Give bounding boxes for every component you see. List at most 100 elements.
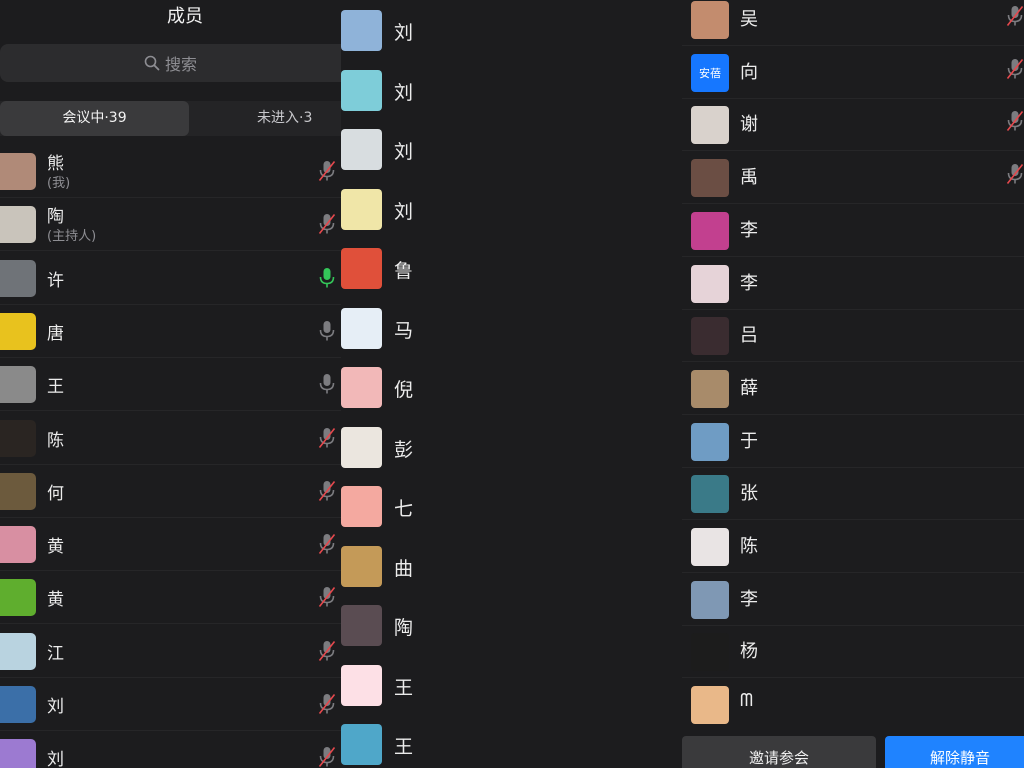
microphone-muted-icon[interactable] [1006,163,1024,185]
member-row[interactable]: 黄 [0,518,341,572]
member-name: 唐 [47,323,64,344]
microphone-icon[interactable] [318,373,336,395]
member-row[interactable]: 七 [341,476,682,535]
member-name: 黄 [47,537,64,558]
member-row[interactable]: 江 [0,625,341,678]
member-row[interactable]: 何 [0,465,341,518]
avatar [341,605,382,646]
microphone-muted-icon[interactable] [318,693,336,715]
microphone-muted-icon[interactable] [318,213,336,235]
avatar [691,422,729,461]
microphone-muted-icon[interactable] [1006,5,1024,27]
member-row[interactable]: 黄 [0,571,341,625]
avatar [341,486,382,527]
member-row[interactable]: 陶 [341,595,682,654]
microphone-muted-icon[interactable] [318,586,336,608]
member-role: (主持人) [47,229,97,245]
member-name: 于 [740,430,758,452]
member-row[interactable]: 马 [341,298,682,357]
microphone-muted-icon[interactable] [318,480,336,502]
member-name: 鲁 [394,260,414,282]
avatar [341,367,382,408]
tab-not-joined[interactable]: 未进入·3 [257,101,312,136]
member-name: 谢 [740,114,758,136]
avatar [0,739,36,768]
avatar: 安蓓 [691,53,729,92]
member-row[interactable]: 陈 [682,520,1024,573]
search-input[interactable]: 搜索 [0,44,341,82]
avatar [341,69,382,111]
member-row[interactable]: ᗰ [682,678,1024,732]
member-name: 刘 [394,81,414,104]
member-row[interactable]: 安蓓向 [682,46,1024,99]
member-row[interactable]: 鲁 [341,238,682,297]
member-row[interactable]: 谢 [682,98,1024,152]
member-row[interactable]: 倪 [341,357,682,416]
action-bar: 邀请参会 解除静音 [682,728,1024,768]
member-row[interactable]: 刘 [0,731,341,768]
avatar [0,366,36,404]
member-row[interactable]: 刘 [341,60,682,119]
invite-button[interactable]: 邀请参会 [682,736,876,768]
microphone-muted-icon[interactable] [318,640,336,662]
avatar [0,259,36,297]
member-name: 薛 [740,377,758,399]
member-name: 陈 [740,536,758,557]
avatar [691,475,729,514]
member-row[interactable]: 陶 (主持人) [0,198,341,252]
member-row[interactable]: 王 [341,714,682,768]
avatar [341,248,382,289]
avatar [0,472,36,510]
member-name: 刘 [47,697,64,717]
member-name: 陈 [47,430,64,451]
member-row[interactable]: 张 [682,467,1024,521]
member-row[interactable]: 李 [682,257,1024,310]
member-row[interactable]: 王 [341,655,682,714]
member-row[interactable]: 吕 [682,309,1024,363]
member-row[interactable]: 刘 [341,0,682,59]
member-row[interactable]: 刘 [341,119,682,178]
members-panel-middle: 刘刘刘刘鲁马倪彭七曲陶王王 [341,0,682,768]
member-row[interactable]: 陈 [0,412,341,465]
member-row[interactable]: 王 [0,358,341,412]
members-panel-right: 吴安蓓向谢禹李李吕薛于张陈李杨 ᗰ 邀请参会 解除静音 [682,0,1024,768]
microphone-muted-icon[interactable] [318,427,336,449]
microphone-muted-icon[interactable] [318,160,336,182]
avatar [0,579,36,617]
microphone-muted-icon[interactable] [318,533,336,555]
member-row[interactable]: 薛 [682,362,1024,415]
member-name: 刘 [394,200,414,223]
avatar [691,106,729,145]
member-role: (我) [47,176,71,191]
member-row[interactable]: 李 [682,573,1024,626]
member-row[interactable]: 李 [682,204,1024,257]
member-row[interactable]: 许 [0,252,341,305]
member-name: 黄 [47,590,64,611]
member-row[interactable]: 刘 [0,678,341,731]
members-panel-left: 成员 搜索 会议中·39 未进入·3 熊 (我) 陶 (主持人) 许唐王陈何黄黄江刘刘 [0,0,341,768]
member-name: 王 [394,676,414,699]
member-name: 吕 [740,325,758,347]
member-row[interactable]: 曲 [341,536,682,595]
member-row[interactable]: 于 [682,415,1024,468]
member-name: 刘 [394,22,414,44]
tab-in-meeting[interactable]: 会议中·39 [0,101,189,136]
member-row[interactable]: 吴 [682,0,1024,46]
member-row[interactable]: 唐 [0,305,341,358]
microphone-icon[interactable] [318,320,336,342]
microphone-muted-icon[interactable] [318,746,336,768]
member-name: 吴 [740,9,758,30]
member-name: 王 [47,377,64,398]
member-row[interactable]: 刘 [341,179,682,238]
microphone-muted-icon[interactable] [1006,58,1024,80]
avatar [341,129,382,170]
microphone-muted-icon[interactable] [1006,110,1024,132]
member-row[interactable]: 禹 [682,151,1024,205]
unmute-all-button[interactable]: 解除静音 [885,736,1024,768]
microphone-icon[interactable] [318,267,336,289]
search-icon [144,55,165,71]
member-row[interactable]: 杨 [682,625,1024,679]
member-name: 禹 [740,167,758,189]
member-row[interactable]: 彭 [341,417,682,476]
member-row[interactable]: 熊 (我) [0,145,341,198]
